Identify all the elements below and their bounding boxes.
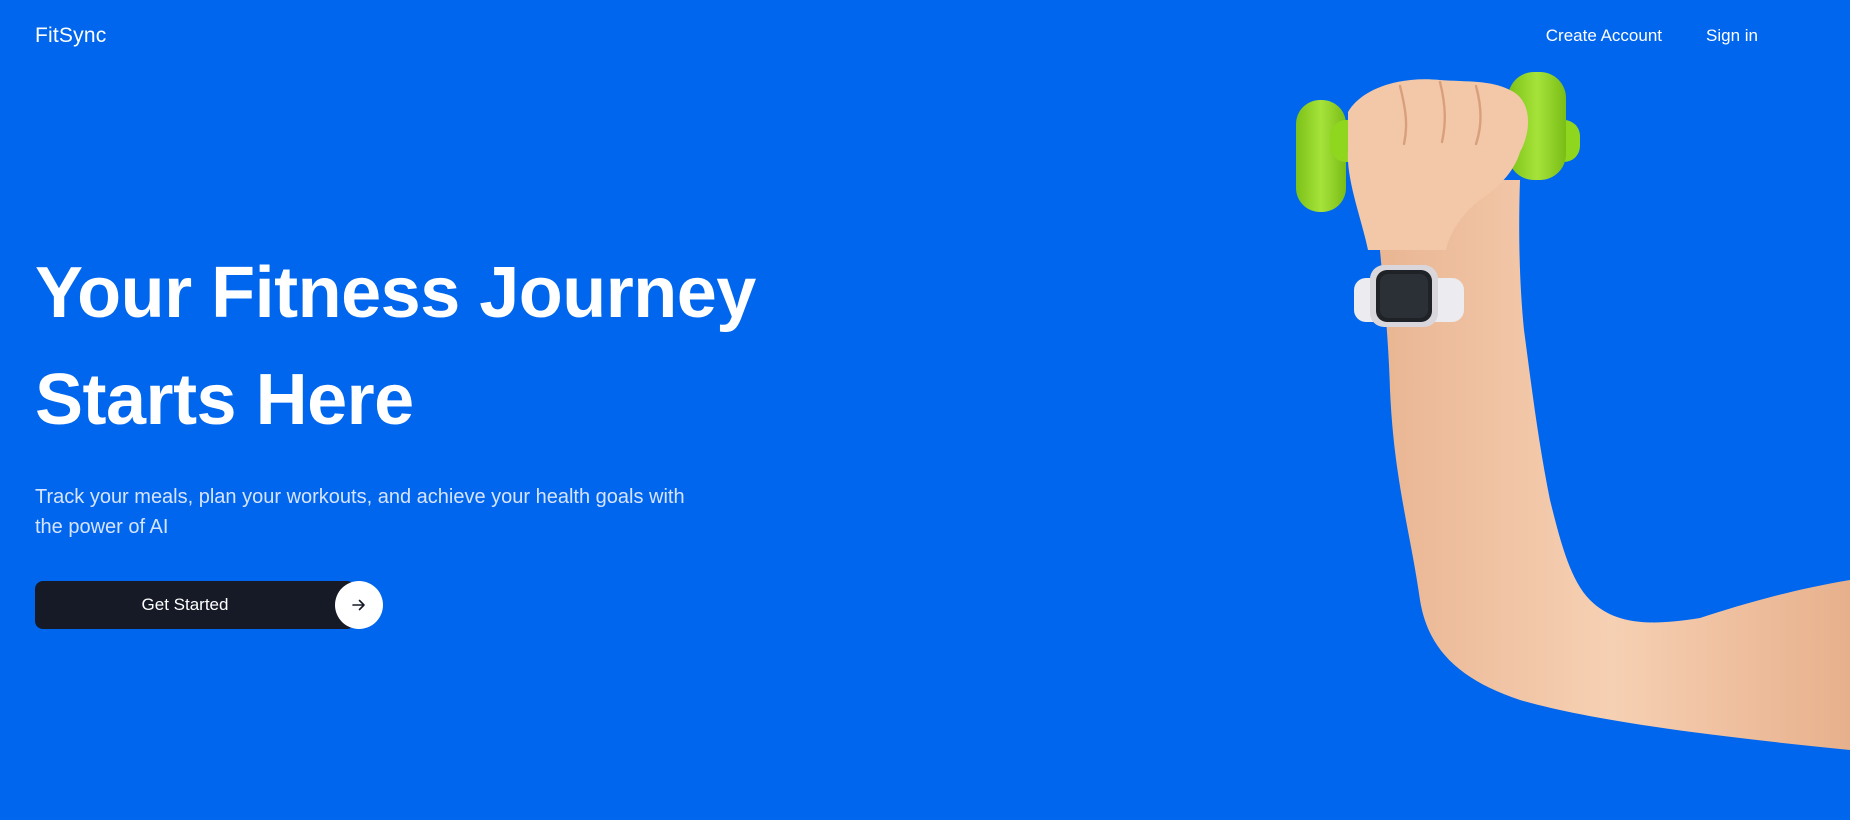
brand-logo[interactable]: FitSync	[35, 24, 106, 48]
landing-page: FitSync Create Account Sign in Your Fitn…	[0, 0, 1850, 820]
hero-headline: Your Fitness Journey Starts Here	[35, 240, 795, 454]
hero-section: Your Fitness Journey Starts Here Track y…	[35, 240, 795, 542]
hero-subtitle: Track your meals, plan your workouts, an…	[35, 486, 685, 538]
arm-shape	[1374, 180, 1850, 750]
hero-headline-line-2: Starts Here	[35, 360, 414, 440]
hero-image	[1270, 60, 1850, 820]
arm-dumbbell-illustration	[1296, 72, 1850, 750]
hero-headline-line-1: Your Fitness Journey	[35, 253, 756, 333]
watch-screen-glare	[1380, 274, 1428, 318]
get-started-button[interactable]: Get Started	[35, 581, 355, 629]
sign-in-link[interactable]: Sign in	[1706, 26, 1758, 46]
header-nav: Create Account Sign in	[1546, 26, 1758, 46]
arrow-right-icon[interactable]	[335, 581, 383, 629]
get-started-cta: Get Started	[35, 581, 383, 629]
create-account-link[interactable]: Create Account	[1546, 26, 1662, 46]
